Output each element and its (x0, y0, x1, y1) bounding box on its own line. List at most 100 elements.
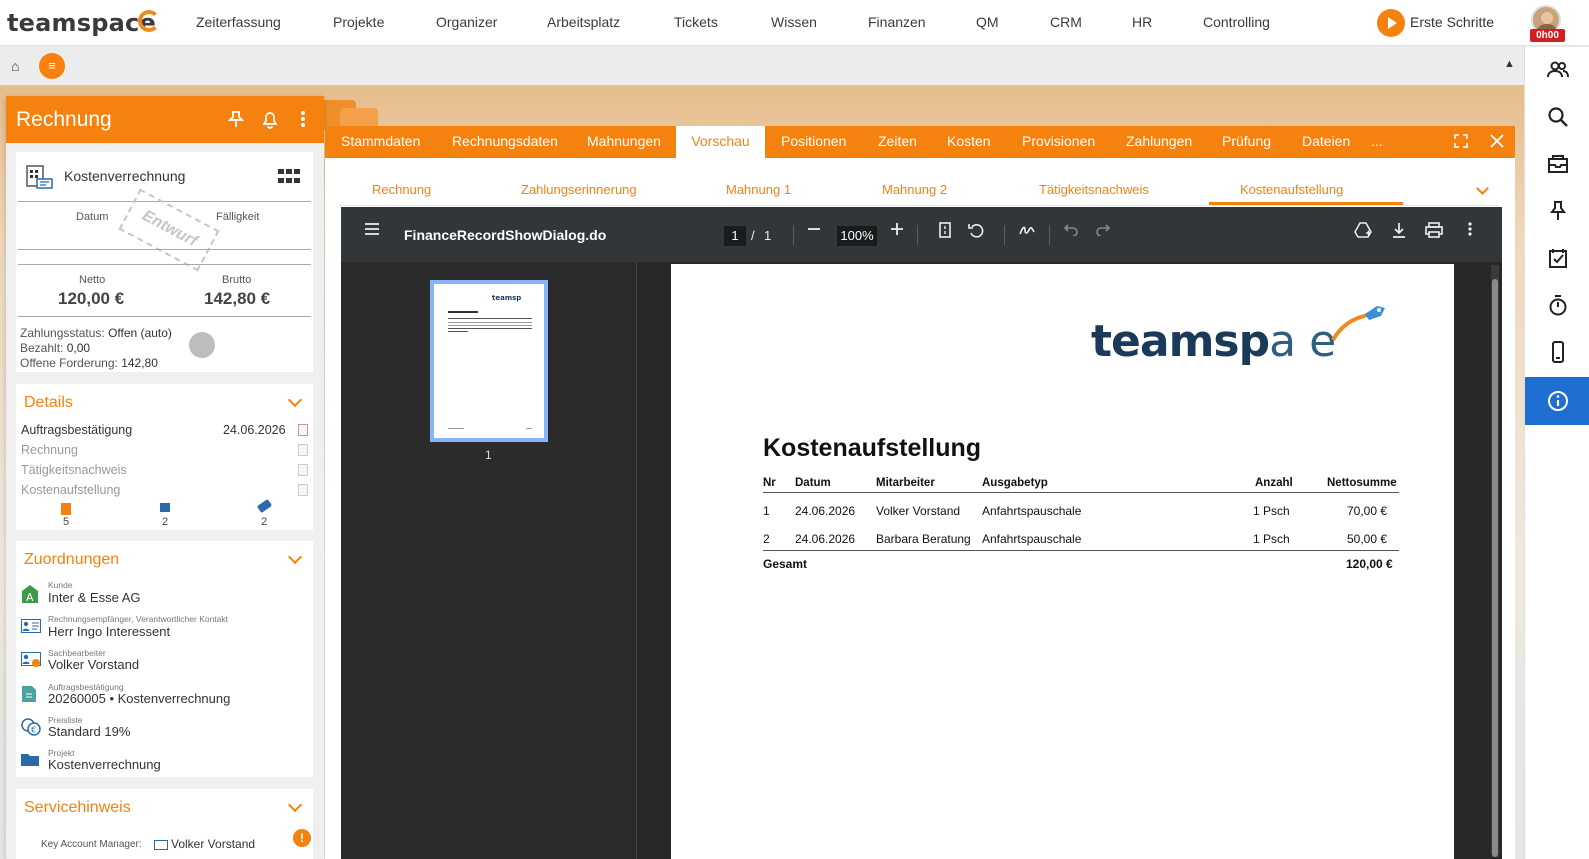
tab-zeiten[interactable]: Zeiten (878, 126, 917, 158)
sidebar-toggle-icon[interactable] (362, 222, 382, 240)
zoom-out-icon[interactable] (804, 222, 824, 241)
menu-projekte[interactable]: Projekte (333, 14, 384, 30)
table-cell: Volker Vorstand (876, 504, 961, 518)
zoom-level-input[interactable]: 100% (837, 226, 877, 246)
menu-qm[interactable]: QM (976, 14, 999, 30)
save-drive-icon[interactable] (1353, 222, 1373, 243)
pin-icon[interactable] (1525, 188, 1589, 234)
subtab-kostenaufstellung[interactable]: Kostenaufstellung (1240, 182, 1343, 197)
netto-label: Netto (79, 274, 106, 286)
tab-more[interactable]: ... (1371, 126, 1383, 158)
annotate-icon[interactable] (1017, 222, 1037, 243)
menu-crm[interactable]: CRM (1050, 14, 1082, 30)
table-cell: 24.06.2026 (795, 504, 856, 518)
redo-icon[interactable] (1093, 222, 1113, 241)
pdf-viewer: FinanceRecordShowDialog.do 1 / 1 100% te… (341, 207, 1502, 859)
details-header[interactable]: Details (24, 394, 73, 412)
more-vertical-icon[interactable] (1460, 222, 1480, 241)
fit-page-icon[interactable] (935, 222, 955, 243)
pin-icon[interactable] (227, 110, 245, 133)
home-icon[interactable]: ⌂ (11, 58, 19, 74)
tab-positionen[interactable]: Positionen (781, 126, 846, 158)
contact-link[interactable]: Herr Ingo Interessent (48, 624, 170, 639)
warning-icon[interactable]: ! (293, 829, 311, 847)
maximize-icon[interactable] (1454, 134, 1468, 153)
document-title: Kostenaufstellung (763, 434, 982, 462)
menu-zeiterfassung[interactable]: Zeiterfassung (196, 14, 281, 30)
collapse-up-icon[interactable]: ▲ (1504, 58, 1515, 70)
people-icon[interactable] (1525, 47, 1589, 93)
pricelist-link[interactable]: Standard 19% (48, 724, 130, 739)
menu-finanzen[interactable]: Finanzen (868, 14, 926, 30)
time-tracker-badge[interactable]: 0h00 (1530, 29, 1565, 42)
undo-icon[interactable] (1061, 222, 1081, 241)
print-icon[interactable] (1424, 222, 1444, 243)
chevron-down-icon[interactable] (1476, 182, 1489, 195)
document-count-icon[interactable] (61, 503, 71, 515)
app-logo[interactable]: teamspace (7, 9, 156, 37)
tab-dateien[interactable]: Dateien (1302, 126, 1350, 158)
invoice-side-panel: Rechnung Kostenverrechnung Datum Fälligk… (6, 96, 324, 859)
subtab-mahnung-2[interactable]: Mahnung 2 (882, 182, 947, 197)
chevron-down-icon[interactable] (287, 797, 303, 813)
menu-wissen[interactable]: Wissen (771, 14, 817, 30)
project-link[interactable]: Kostenverrechnung (48, 757, 161, 772)
chevron-down-icon[interactable] (287, 549, 303, 565)
zuordnungen-header[interactable]: Zuordnungen (24, 551, 119, 569)
tab-pruefung[interactable]: Prüfung (1222, 126, 1271, 158)
svg-text:A: A (26, 591, 34, 604)
tab-mahnungen[interactable]: Mahnungen (587, 126, 661, 158)
detail-date: 24.06.2026 (223, 423, 286, 437)
grid-menu-icon[interactable] (278, 169, 300, 185)
subtab-zahlungserinnerung[interactable]: Zahlungserinnerung (521, 182, 637, 197)
bell-icon[interactable] (261, 110, 279, 134)
tab-rechnungsdaten[interactable]: Rechnungsdaten (452, 126, 558, 158)
inbox-icon[interactable] (1525, 141, 1589, 187)
pdf-scrollbar-thumb[interactable] (1492, 279, 1498, 857)
stopwatch-icon[interactable] (1525, 282, 1589, 328)
search-icon[interactable] (1525, 94, 1589, 140)
chevron-down-icon[interactable] (287, 392, 303, 408)
close-icon[interactable] (1490, 134, 1504, 153)
servicehinweis-header[interactable]: Servicehinweis (24, 799, 131, 817)
detail-row-taetigkeitsnachweis: Tätigkeitsnachweis (21, 463, 127, 477)
pdf-icon[interactable] (298, 424, 308, 436)
rotate-icon[interactable] (967, 222, 987, 245)
subtab-taetigkeitsnachweis[interactable]: Tätigkeitsnachweis (1039, 182, 1149, 197)
zoom-in-icon[interactable] (887, 222, 907, 241)
info-icon[interactable] (1525, 377, 1589, 425)
document-count: 5 (62, 516, 70, 528)
faelligkeit-label: Fälligkeit (216, 211, 260, 223)
order-confirmation-link[interactable]: 20260005 • Kostenverrechnung (48, 691, 230, 706)
table-cell: 24.06.2026 (795, 532, 856, 546)
tab-kosten[interactable]: Kosten (947, 126, 991, 158)
subtab-rechnung[interactable]: Rechnung (372, 182, 431, 197)
tab-provisionen[interactable]: Provisionen (1022, 126, 1095, 158)
tab-zahlungen[interactable]: Zahlungen (1126, 126, 1192, 158)
datum-label: Datum (76, 211, 109, 223)
page-thumbnail[interactable]: teamsp (430, 280, 548, 442)
more-vertical-icon[interactable] (300, 110, 306, 133)
printer-count-icon[interactable] (160, 503, 170, 512)
menu-hr[interactable]: HR (1132, 14, 1152, 30)
customer-link[interactable]: Inter & Esse AG (48, 590, 141, 605)
detail-row-auftragsbestaetigung[interactable]: Auftragsbestätigung (21, 423, 132, 437)
tab-stammdaten[interactable]: Stammdaten (341, 126, 420, 158)
page-number-input[interactable]: 1 (724, 226, 746, 246)
mobile-phone-icon[interactable] (1525, 329, 1589, 375)
menu-tickets[interactable]: Tickets (674, 14, 718, 30)
employee-link[interactable]: Volker Vorstand (48, 657, 139, 672)
menu-hamburger-icon[interactable]: ≡ (39, 53, 65, 79)
zuordnung-label: Rechnungsempfänger, Verantwortlicher Kon… (48, 614, 229, 624)
subtab-mahnung-1[interactable]: Mahnung 1 (726, 182, 791, 197)
task-checklist-icon[interactable] (1525, 235, 1589, 281)
menu-arbeitsplatz[interactable]: Arbeitsplatz (547, 14, 620, 30)
menu-organizer[interactable]: Organizer (436, 14, 497, 30)
tab-vorschau[interactable]: Vorschau (676, 126, 765, 158)
menu-controlling[interactable]: Controlling (1203, 14, 1270, 30)
download-icon[interactable] (1389, 222, 1409, 243)
total-value: 120,00 € (1346, 557, 1393, 571)
details-card: Details Auftragsbestätigung 24.06.2026 R… (16, 384, 313, 530)
tag-count-icon[interactable] (256, 498, 273, 514)
kam-value[interactable]: Volker Vorstand (171, 837, 255, 851)
